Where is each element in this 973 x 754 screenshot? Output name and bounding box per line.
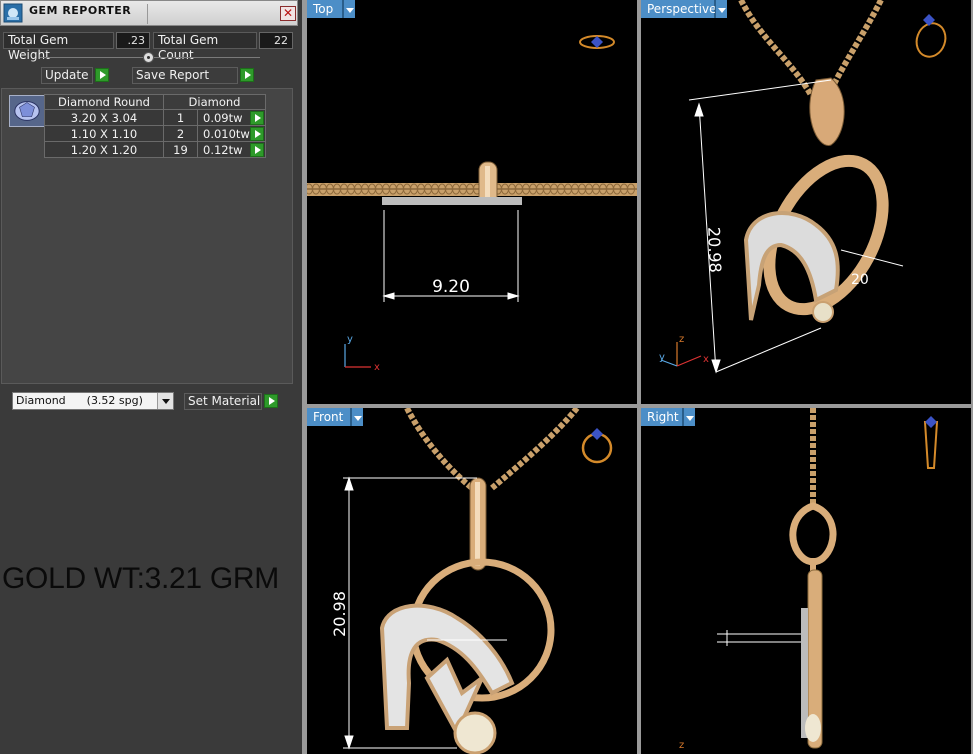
header-gem-shape: Diamond Round <box>44 94 164 110</box>
table-row: 1.10 X 1.10 2 0.010tw <box>44 125 266 142</box>
gem-table: Diamond Round Diamond 3.20 X 3.04 1 0.09… <box>44 94 266 158</box>
axis-x-label: x <box>374 362 380 373</box>
save-report-go-icon[interactable] <box>240 68 254 82</box>
gem-count: 2 <box>163 125 198 142</box>
gem-weight: 0.12tw <box>203 142 243 157</box>
ring-orientation-icon <box>915 14 947 58</box>
chevron-down-icon[interactable] <box>683 408 695 426</box>
axis-z-label: z <box>679 334 684 345</box>
total-gem-weight-label: Total Gem Weight <box>3 32 114 62</box>
gem-count: 1 <box>163 109 198 126</box>
gem-size: 3.20 X 3.04 <box>44 109 164 126</box>
perspective-viewport[interactable]: 20.98 20 z x y Perspective <box>641 0 971 404</box>
title-divider <box>147 4 148 24</box>
row-go-icon[interactable] <box>250 143 264 157</box>
axis-y-label: y <box>659 352 665 363</box>
app-icon <box>3 3 23 23</box>
gem-weight: 0.010tw <box>203 126 250 141</box>
perspective-width-label: 20 <box>851 272 869 288</box>
header-gem-type: Diamond <box>163 94 266 110</box>
front-viewport-label[interactable]: Front <box>307 408 351 426</box>
gem-size: 1.10 X 1.10 <box>44 125 164 142</box>
title-bar: GEM REPORTER ✕ <box>0 0 298 26</box>
slider-knob[interactable] <box>143 52 154 63</box>
perspective-view-render: 20.98 20 z x y <box>659 0 947 374</box>
table-row: 3.20 X 3.04 1 0.09tw <box>44 109 266 126</box>
total-gem-count-label: Total Gem Count <box>153 32 257 62</box>
material-select[interactable]: Diamond (3.52 spg) <box>12 392 174 410</box>
chevron-down-icon[interactable] <box>715 0 727 18</box>
window-title: GEM REPORTER <box>29 4 132 17</box>
diamond-round-icon[interactable] <box>9 95 45 127</box>
top-viewport[interactable]: 9.20 y x Top <box>307 0 637 404</box>
front-viewport[interactable]: 20.98 Front <box>307 408 637 754</box>
total-gem-count-value: 22 <box>259 32 293 49</box>
gem-weight: 0.09tw <box>203 110 243 125</box>
material-selected: Diamond (3.52 spg) <box>16 394 143 407</box>
set-material-go-icon[interactable] <box>264 394 278 408</box>
update-go-icon[interactable] <box>95 68 109 82</box>
update-button[interactable]: Update <box>41 67 93 84</box>
chevron-down-icon[interactable] <box>351 408 363 426</box>
perspective-viewport-label[interactable]: Perspective <box>641 0 717 18</box>
gold-weight-note: GOLD WT:3.21 GRM <box>2 562 279 595</box>
front-dimension-label: 20.98 <box>330 591 349 637</box>
gem-reporter-panel: GEM REPORTER ✕ Total Gem Weight .23 Tota… <box>0 0 302 754</box>
ring-orientation-icon <box>581 428 613 464</box>
gem-weight-cell: 0.12tw <box>197 141 266 158</box>
top-view-render: 9.20 y x <box>307 35 637 373</box>
row-go-icon[interactable] <box>250 127 264 141</box>
chevron-down-icon[interactable] <box>157 393 173 409</box>
gem-weight-cell: 0.09tw <box>197 109 266 126</box>
ring-orientation-icon <box>579 35 615 49</box>
set-material-button[interactable]: Set Material <box>184 393 262 410</box>
gem-weight-cell: 0.010tw <box>197 125 266 142</box>
axis-y-label: y <box>347 334 353 345</box>
top-dimension-label: 9.20 <box>432 277 470 297</box>
front-view-render: 20.98 <box>330 408 613 754</box>
ring-side-orientation-icon <box>923 416 939 469</box>
row-go-icon[interactable] <box>250 111 264 125</box>
save-report-button[interactable]: Save Report <box>132 67 238 84</box>
chevron-down-icon[interactable] <box>343 0 355 18</box>
total-gem-weight-value: .23 <box>116 32 150 49</box>
right-viewport[interactable]: z Right <box>641 408 971 754</box>
gem-size: 1.20 X 1.20 <box>44 141 164 158</box>
perspective-height-label: 20.98 <box>704 227 725 273</box>
right-view-render: z <box>679 408 939 751</box>
table-row: 1.20 X 1.20 19 0.12tw <box>44 141 266 158</box>
gem-count: 19 <box>163 141 198 158</box>
right-viewport-label[interactable]: Right <box>641 408 683 426</box>
axis-x-label: x <box>703 354 709 365</box>
top-viewport-label[interactable]: Top <box>307 0 343 18</box>
axis-z-label: z <box>679 740 684 751</box>
close-button[interactable]: ✕ <box>280 6 296 21</box>
